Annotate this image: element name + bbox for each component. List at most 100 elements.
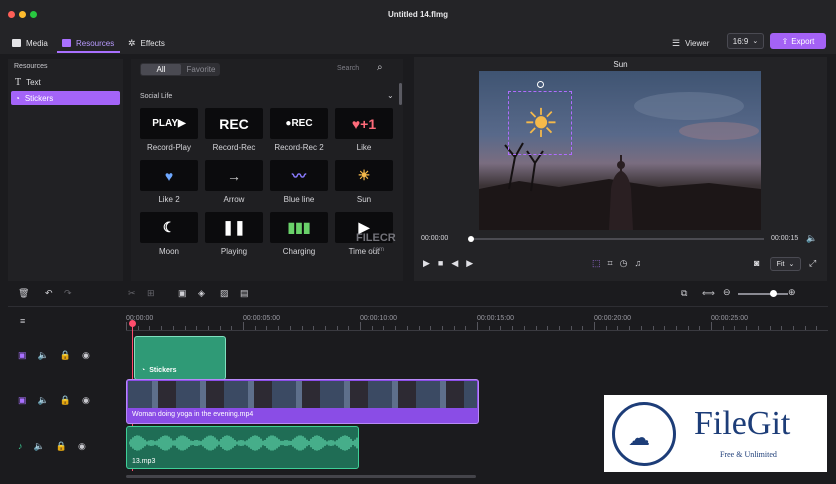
fit-select[interactable]: Fit ⌄ bbox=[770, 257, 801, 271]
sticker-tile[interactable]: ▮▮▮ bbox=[270, 212, 328, 243]
eye-icon[interactable]: ◉ bbox=[82, 350, 90, 361]
ruler-tick bbox=[687, 326, 689, 330]
next-frame-icon[interactable]: ▶ bbox=[466, 258, 473, 269]
split-icon[interactable]: ✂ bbox=[128, 288, 136, 299]
search-icon[interactable]: ⌕ bbox=[377, 62, 383, 73]
previous-frame-icon[interactable]: ◀ bbox=[451, 258, 458, 269]
ruler-tick bbox=[500, 326, 502, 330]
sticker-thumbnail: ❚❚ bbox=[222, 219, 246, 235]
sticker-label: Time out bbox=[348, 247, 380, 256]
sticker-tile[interactable]: ☾ bbox=[140, 212, 198, 243]
mute-icon[interactable]: 🔈 bbox=[38, 350, 49, 361]
redo-icon[interactable]: ↷ bbox=[64, 288, 72, 299]
current-time: 00:00:00 bbox=[421, 235, 449, 242]
ruler-tick bbox=[336, 326, 338, 330]
sticker-thumbnail: PLAY▶ bbox=[152, 118, 186, 129]
audio-clip-name: 13.mp3 bbox=[132, 458, 156, 465]
aspect-ratio-select[interactable]: 16:9 ⌄ bbox=[727, 33, 764, 49]
sticker-tile[interactable]: ❚❚ bbox=[205, 212, 263, 243]
ruler-tick bbox=[371, 326, 373, 330]
tab-effects[interactable]: ✲ Effects bbox=[128, 36, 165, 50]
zoom-out-icon[interactable]: ⊖ bbox=[723, 287, 731, 298]
zoom-slider[interactable] bbox=[738, 290, 788, 297]
filecr-watermark-sub: .com bbox=[371, 247, 385, 253]
add-track-icon[interactable]: ≡ bbox=[20, 316, 25, 326]
zoom-slider-handle[interactable] bbox=[770, 290, 777, 297]
ruler-tick bbox=[675, 326, 677, 330]
playback-scrubber[interactable] bbox=[468, 236, 764, 242]
tab-media[interactable]: Media bbox=[12, 36, 48, 50]
ruler-tick bbox=[289, 326, 291, 330]
fit-timeline-icon[interactable]: ⟺ bbox=[702, 288, 715, 299]
viewer-title: Sun bbox=[613, 60, 628, 69]
export-button[interactable]: ⇪ Export bbox=[770, 33, 826, 49]
search-input[interactable]: Search bbox=[337, 65, 359, 72]
scrubber-handle[interactable] bbox=[468, 236, 474, 242]
mute-icon[interactable]: 🔈 bbox=[38, 395, 49, 406]
crop-frame-icon[interactable]: ▨ bbox=[220, 288, 229, 299]
sticker-label: Playing bbox=[220, 247, 248, 256]
mute-icon[interactable]: 🔈 bbox=[34, 441, 45, 452]
undo-icon[interactable]: ↶ bbox=[45, 288, 53, 299]
sticker-tile[interactable]: ●REC bbox=[270, 108, 328, 139]
fullscreen-icon[interactable]: ⤢ bbox=[809, 258, 816, 269]
filter-all[interactable]: All bbox=[141, 64, 181, 75]
lock-icon[interactable]: 🔒 bbox=[60, 395, 71, 406]
play-icon[interactable]: ▶ bbox=[423, 258, 430, 269]
video-preview[interactable]: ☀ bbox=[479, 71, 761, 230]
sticker-tile[interactable]: 〰 bbox=[270, 160, 328, 191]
video-clip[interactable]: Woman doing yoga in the evening.mp4 bbox=[126, 379, 479, 424]
playhead-handle[interactable] bbox=[129, 320, 136, 327]
sticker-track: ▣ 🔈 🔒 ◉ ◔ Stickers bbox=[8, 334, 828, 380]
filter-favorite[interactable]: Favorite bbox=[182, 64, 220, 75]
ruler-tick bbox=[488, 326, 490, 330]
sticker-clip[interactable]: ◔ Stickers bbox=[134, 336, 226, 380]
sticker-tile[interactable]: ♥+1 bbox=[335, 108, 393, 139]
ruler-tick bbox=[301, 326, 303, 330]
sticker-label: Like bbox=[356, 143, 372, 152]
trim-icon[interactable]: ⊞ bbox=[147, 288, 155, 299]
ruler-tick bbox=[137, 326, 139, 330]
sticker-tile[interactable]: ♥ bbox=[140, 160, 198, 191]
sticker-tile[interactable]: ☀ bbox=[335, 160, 393, 191]
snap-icon[interactable]: ⧉ bbox=[681, 288, 687, 299]
chevron-down-icon: ⌄ bbox=[752, 38, 759, 45]
audio-clip[interactable]: 13.mp3 bbox=[126, 426, 359, 469]
tab-resources[interactable]: Resources bbox=[62, 36, 114, 50]
freeze-frame-icon[interactable]: ▣ bbox=[178, 288, 187, 299]
ruler-tick bbox=[594, 322, 595, 330]
chevron-down-icon[interactable]: ⌄ bbox=[387, 91, 394, 100]
sticker-tile[interactable]: REC bbox=[205, 108, 263, 139]
lock-icon[interactable]: 🔒 bbox=[56, 441, 67, 452]
window-title: Untitled 14.flmg bbox=[387, 10, 448, 19]
snapshot-frame-icon[interactable]: ▤ bbox=[240, 288, 249, 299]
lock-icon[interactable]: 🔒 bbox=[60, 350, 71, 361]
speed-icon[interactable]: ◷ bbox=[620, 258, 628, 269]
sticker-tile[interactable]: → bbox=[205, 160, 263, 191]
music-note-icon[interactable]: ♫ bbox=[634, 258, 641, 269]
timeline-toolbar: 🗑 ↶ ↷ ✂ ⊞ ▣ ◈ ▨ ▤ ⧉ ⟺ ⊖ ⊕ bbox=[8, 284, 828, 304]
volume-icon[interactable]: 🔈 bbox=[806, 233, 817, 244]
crop-icon[interactable]: ⌗ bbox=[608, 258, 613, 269]
sidebar-item-stickers[interactable]: ◔ Stickers bbox=[11, 91, 120, 105]
sun-sticker[interactable]: ☀ bbox=[523, 104, 559, 144]
sidebar-item-text[interactable]: T Text bbox=[11, 75, 120, 89]
eye-icon[interactable]: ◉ bbox=[78, 441, 86, 452]
select-icon[interactable]: ⬚ bbox=[592, 258, 601, 269]
ruler-tick bbox=[465, 326, 467, 330]
snapshot-icon[interactable]: ◙ bbox=[754, 258, 759, 268]
eye-icon[interactable]: ◉ bbox=[82, 395, 90, 406]
ruler-tick bbox=[664, 326, 666, 330]
library-scrollbar[interactable] bbox=[399, 83, 402, 105]
viewer-toggle[interactable]: ☰ Viewer bbox=[672, 36, 709, 50]
sidebar-item-label: Stickers bbox=[24, 93, 54, 103]
zoom-in-icon[interactable]: ⊕ bbox=[788, 287, 796, 298]
stop-icon[interactable]: ■ bbox=[438, 258, 443, 269]
ruler-tick bbox=[149, 326, 151, 330]
sticker-thumbnail: ▮▮▮ bbox=[287, 219, 311, 235]
sticker-tile[interactable]: PLAY▶ bbox=[140, 108, 198, 139]
marker-icon[interactable]: ◈ bbox=[198, 288, 205, 299]
delete-icon[interactable]: 🗑 bbox=[18, 288, 29, 299]
timeline-scrollbar[interactable] bbox=[126, 475, 476, 478]
rotate-handle[interactable] bbox=[537, 81, 544, 88]
